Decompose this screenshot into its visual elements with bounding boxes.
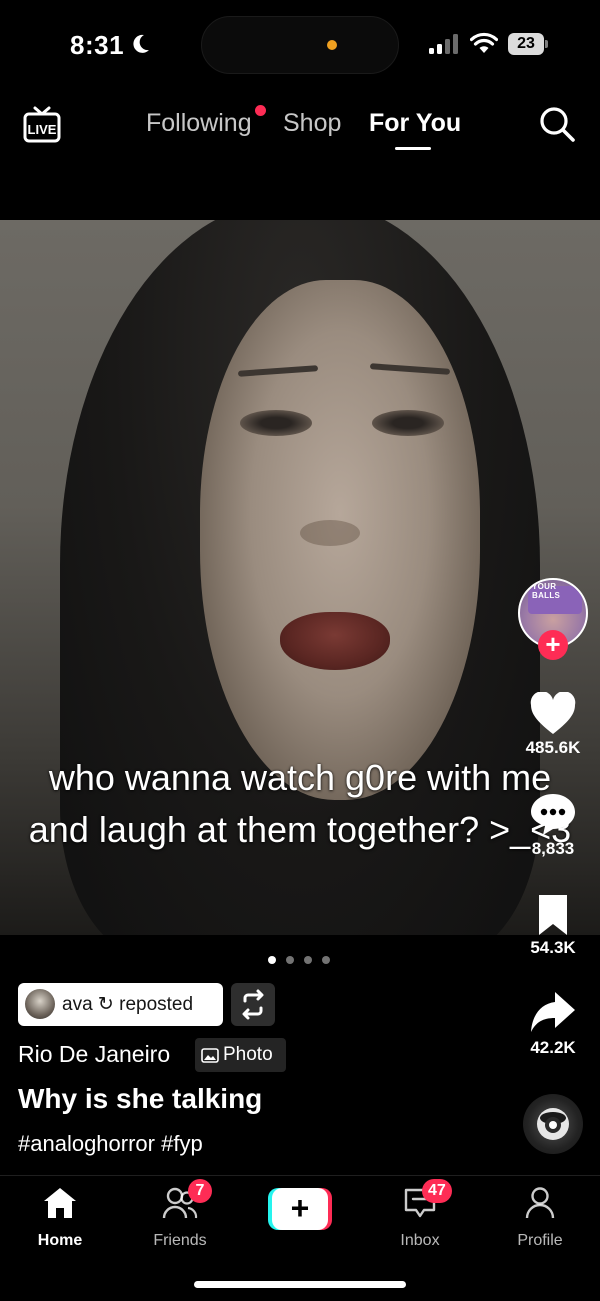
- carousel-indicator: [268, 956, 338, 966]
- lips: [280, 612, 390, 670]
- tab-shop[interactable]: Shop: [283, 109, 341, 138]
- music-disc[interactable]: [523, 1094, 583, 1154]
- carousel-dot: [304, 956, 312, 964]
- profile-icon: [525, 1187, 555, 1219]
- carousel-dot: [268, 956, 276, 964]
- tab-inbox[interactable]: Inbox: [370, 1184, 470, 1254]
- tab-friends[interactable]: Friends: [130, 1184, 230, 1254]
- tab-inbox-label: Inbox: [400, 1232, 440, 1249]
- following-notification-dot: [255, 105, 266, 116]
- photo-badge: Photo: [195, 1038, 286, 1072]
- carousel-dot: [286, 956, 294, 964]
- active-tab-indicator: [395, 147, 431, 150]
- location-label[interactable]: Rio De Janeiro: [18, 1041, 170, 1068]
- tab-profile[interactable]: Profile: [490, 1184, 590, 1254]
- live-icon[interactable]: LIVE: [22, 105, 62, 143]
- image-icon: [201, 1048, 219, 1063]
- photo-caption-overlay: who wanna watch g0re with me and laugh a…: [28, 757, 572, 850]
- home-icon: [44, 1188, 76, 1218]
- tab-following[interactable]: Following: [146, 109, 252, 138]
- status-time: 8:31: [70, 30, 125, 60]
- heart-icon[interactable]: [529, 692, 577, 736]
- inbox-badge: 47: [422, 1179, 452, 1203]
- post-title: Why is she talking: [18, 1083, 263, 1114]
- create-plus-icon: +: [272, 1188, 328, 1230]
- repost-label: ava ↻ reposted: [62, 994, 194, 1015]
- battery-level: 23: [508, 33, 544, 55]
- tab-friends-label: Friends: [153, 1232, 207, 1249]
- status-bar: 8:31 23: [0, 0, 600, 90]
- bookmark-icon[interactable]: [529, 893, 577, 937]
- friends-badge: 7: [188, 1179, 212, 1203]
- music-disc-artwork: [537, 1108, 569, 1140]
- create-button[interactable]: +: [268, 1188, 332, 1230]
- live-label: LIVE: [28, 122, 57, 137]
- signal-icon: [429, 34, 458, 54]
- home-indicator[interactable]: [194, 1281, 406, 1288]
- carousel-dot: [322, 956, 330, 964]
- moon-icon: [133, 34, 149, 53]
- camera-indicator: [327, 40, 337, 50]
- avatar: [25, 989, 55, 1019]
- share-count: 42.2K: [530, 1038, 576, 1057]
- tab-for-you[interactable]: For You: [369, 109, 461, 138]
- top-nav: LIVE Following Shop For You: [0, 95, 600, 165]
- dynamic-island: [201, 16, 399, 74]
- tab-home-label: Home: [37, 1232, 83, 1249]
- battery-icon: 23: [508, 33, 548, 55]
- comment-count: 8,833: [531, 839, 575, 858]
- search-icon[interactable]: [538, 105, 576, 143]
- wifi-icon: [470, 32, 498, 53]
- share-icon[interactable]: [529, 990, 577, 1034]
- bookmark-count: 54.3K: [530, 938, 576, 957]
- follow-button[interactable]: +: [538, 630, 568, 660]
- post-hashtags[interactable]: #analoghorror #fyp: [18, 1131, 203, 1157]
- repost-icon: [242, 989, 264, 1020]
- photo-badge-label: Photo: [223, 1044, 273, 1065]
- comment-icon[interactable]: [529, 792, 577, 836]
- tab-profile-label: Profile: [517, 1232, 563, 1249]
- repost-pill[interactable]: ava ↻ reposted: [18, 983, 223, 1026]
- repost-button[interactable]: [231, 983, 275, 1026]
- like-count: 485.6K: [525, 738, 581, 757]
- tab-home[interactable]: Home: [10, 1184, 110, 1254]
